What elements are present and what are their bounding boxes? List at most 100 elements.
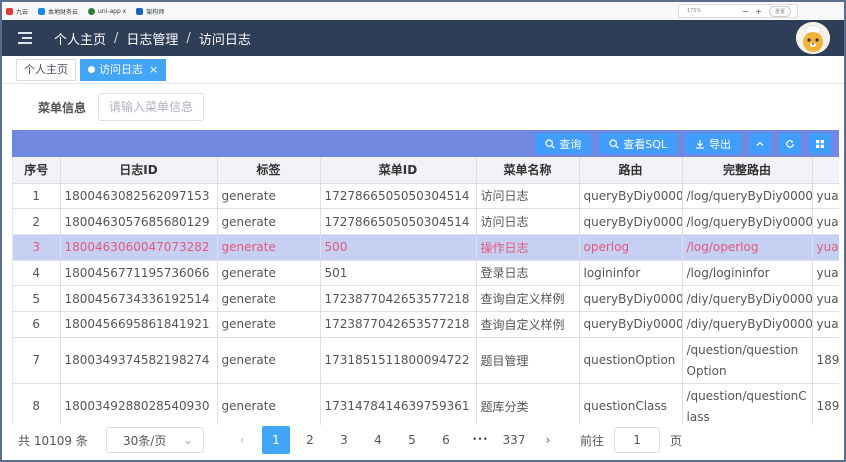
- cell-no: 7: [13, 337, 61, 384]
- page-button-5[interactable]: 5: [398, 426, 426, 454]
- cell-extra: yuan: [812, 208, 839, 235]
- cell-log-id: 1800463082562097153: [60, 183, 218, 210]
- page-size-select[interactable]: 30条/页 ⌄: [106, 427, 204, 453]
- page-button-last[interactable]: 337: [500, 426, 528, 454]
- total-count: 共 10109 条: [18, 433, 88, 448]
- breadcrumb-current: 访问日志: [198, 32, 251, 48]
- cell-tag: generate: [217, 260, 321, 287]
- download-icon: [696, 139, 704, 149]
- bookmark-jiuyun[interactable]: 九云: [6, 7, 28, 16]
- table-row[interactable]: 2 1800463057685680129 generate 172786650…: [13, 208, 839, 235]
- goto-suffix: 页: [670, 433, 683, 448]
- column-header[interactable]: 菜单名称: [476, 157, 580, 184]
- query-button[interactable]: 查询: [535, 133, 592, 154]
- cell-extra: yuan: [812, 311, 839, 338]
- cell-menu-name: 访问日志: [476, 208, 580, 235]
- goto-page-input[interactable]: [614, 427, 661, 453]
- column-header[interactable]: 日志ID: [60, 157, 218, 184]
- top-navbar: 个人主页 / 日志管理 / 访问日志: [2, 20, 844, 56]
- bookmark-local-finance[interactable]: 本地财务云: [38, 7, 78, 16]
- cell-menu-id: 501: [320, 260, 477, 287]
- cell-menu-id: 1731478414639759361: [320, 383, 477, 425]
- table-row-selected[interactable]: 3 1800463060047073282 generate 500 操作日志 …: [13, 234, 839, 261]
- page-button-2[interactable]: 2: [296, 426, 324, 454]
- tab-label: 访问日志: [99, 62, 143, 76]
- cell-no: 6: [13, 311, 61, 338]
- bookmark-uniapp[interactable]: uni-app x: [88, 7, 126, 15]
- table-row[interactable]: 5 1800456734336192514 generate 172387704…: [13, 285, 839, 312]
- cell-full-route: /log/queryByDiy00003: [682, 208, 813, 235]
- cell-menu-id: 500: [320, 234, 477, 261]
- tab-access-log[interactable]: 访问日志 ×: [80, 58, 167, 81]
- refresh-button[interactable]: [779, 133, 801, 154]
- cell-menu-name: 访问日志: [476, 183, 580, 210]
- column-header[interactable]: 路由: [579, 157, 683, 184]
- close-icon[interactable]: ×: [149, 60, 158, 80]
- cell-tag: generate: [217, 285, 321, 312]
- page-button-1[interactable]: 1: [262, 426, 290, 454]
- menu-toggle-icon[interactable]: [18, 32, 32, 44]
- avatar[interactable]: [796, 22, 830, 54]
- zoom-popup: 175% − + 重置: [678, 4, 798, 18]
- cell-menu-id: 1727866505050304514: [320, 208, 477, 235]
- refresh-icon: [786, 139, 794, 148]
- grid-icon: [816, 139, 824, 148]
- table-row[interactable]: 4 1800456771195736066 generate 501 登录日志 …: [13, 260, 839, 287]
- bookmark-icon: [6, 7, 13, 15]
- bookmark-architect[interactable]: 架构师: [136, 7, 164, 16]
- column-header[interactable]: 序号: [13, 157, 61, 184]
- export-button[interactable]: 导出: [685, 133, 741, 154]
- column-header[interactable]: 菜单ID: [320, 157, 477, 184]
- cell-log-id: 1800463060047073282: [60, 234, 218, 261]
- cell-extra: 1890: [812, 337, 839, 384]
- cell-no: 3: [13, 234, 61, 261]
- table-header-row: 序号 日志ID 标签 菜单ID 菜单名称 路由 完整路由: [13, 157, 839, 184]
- collapse-search-button[interactable]: [749, 133, 771, 154]
- table-row[interactable]: 6 1800456695861841921 generate 172387704…: [13, 311, 839, 338]
- cell-full-route: /log/logininfor: [682, 260, 813, 287]
- zoom-reset-button[interactable]: 重置: [769, 5, 792, 17]
- cell-extra: yuan: [812, 234, 839, 261]
- column-header[interactable]: 标签: [217, 157, 321, 184]
- cell-log-id: 1800456734336192514: [60, 285, 218, 312]
- search-label: 菜单信息: [38, 100, 87, 115]
- query-label: 查询: [559, 137, 582, 151]
- page-button-3[interactable]: 3: [330, 426, 358, 454]
- zoom-out-button[interactable]: −: [739, 7, 752, 16]
- tab-home[interactable]: 个人主页: [16, 58, 76, 81]
- cell-log-id: 1800463057685680129: [60, 208, 218, 235]
- breadcrumb-home[interactable]: 个人主页: [54, 29, 106, 48]
- bookmark-icon: [136, 7, 144, 15]
- zoom-in-button[interactable]: +: [752, 7, 765, 16]
- columns-button[interactable]: [809, 133, 831, 154]
- column-header[interactable]: 完整路由: [682, 157, 813, 184]
- breadcrumb-log-management[interactable]: 日志管理: [126, 29, 178, 48]
- goto-label: 前往: [580, 433, 605, 448]
- pagination: 共 10109 条 30条/页 ⌄ ‹ 1 2 3 4 5 6 ••• 337 …: [2, 425, 844, 455]
- page-button-4[interactable]: 4: [364, 426, 392, 454]
- cell-extra: yuan: [812, 183, 839, 210]
- cell-route: queryByDiy00001: [579, 311, 683, 338]
- cell-no: 4: [13, 260, 61, 287]
- prev-page-button[interactable]: ‹: [228, 426, 256, 454]
- next-page-button[interactable]: ›: [534, 426, 562, 454]
- table-row[interactable]: 7 1800349374582198274 generate 173185151…: [13, 337, 839, 384]
- cell-log-id: 1800456695861841921: [60, 311, 218, 338]
- cell-full-route: /question/questionOption: [682, 337, 813, 384]
- more-pages-button[interactable]: •••: [466, 426, 494, 454]
- cell-route: questionClass: [579, 383, 683, 425]
- log-table: 序号 日志ID 标签 菜单ID 菜单名称 路由 完整路由 1 180046308…: [12, 157, 839, 425]
- view-sql-button[interactable]: 查看SQL: [599, 133, 677, 154]
- table-row[interactable]: 8 1800349288028540930 generate 173147841…: [13, 383, 839, 425]
- cell-extra: yuan: [812, 285, 839, 312]
- cell-menu-name: 操作日志: [476, 234, 580, 261]
- cell-log-id: 1800349288028540930: [60, 383, 218, 425]
- page-button-6[interactable]: 6: [432, 426, 460, 454]
- table-toolbar: 查询 查看SQL 导出: [12, 130, 839, 157]
- column-header[interactable]: [812, 157, 839, 184]
- table-row[interactable]: 1 1800463082562097153 generate 172786650…: [13, 183, 839, 210]
- cell-tag: generate: [217, 234, 321, 261]
- menu-info-input[interactable]: [98, 93, 204, 121]
- bookmark-icon: [38, 7, 46, 15]
- breadcrumb-separator: /: [114, 30, 119, 46]
